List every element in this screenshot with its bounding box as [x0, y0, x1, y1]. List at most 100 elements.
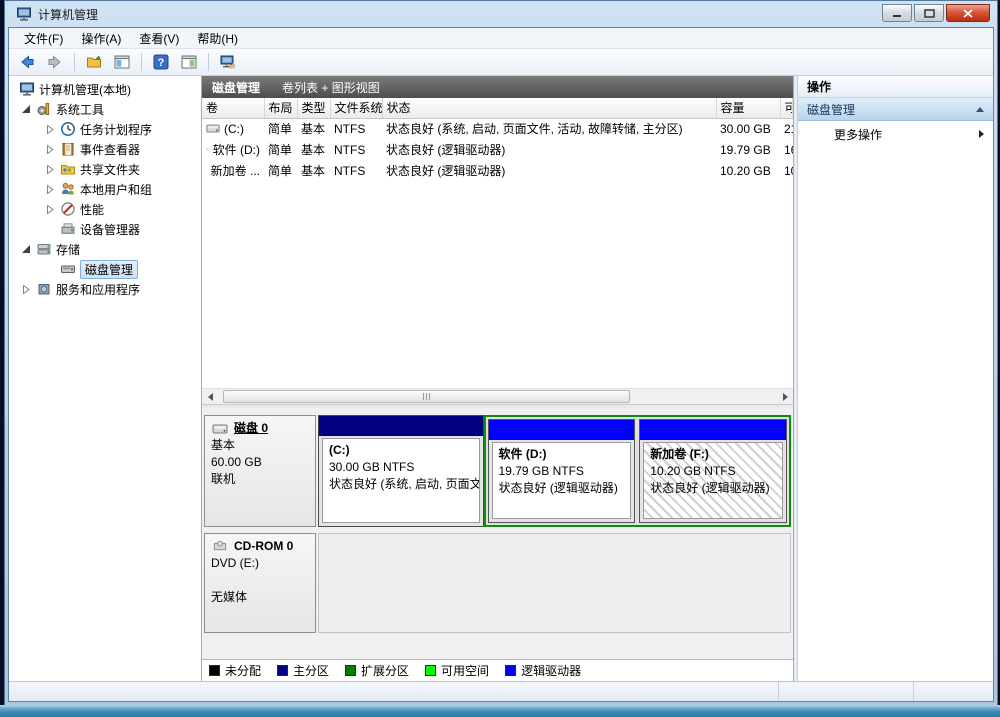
status-bar [9, 681, 993, 701]
computer-management-window: 计算机管理 文件(F) 操作(A) 查看(V) 帮助(H) [4, 0, 998, 706]
partition-status: 状态良好 (系统, 启动, 页面文 [329, 476, 473, 493]
maximize-button[interactable] [914, 4, 944, 22]
expander-collapsed-icon[interactable] [45, 165, 56, 174]
partition-strip: (C:) 30.00 GB NTFS 状态良好 (系统, 启动, 页面文 [318, 415, 791, 527]
legend-primary: 主分区 [277, 662, 329, 679]
unallocated-swatch [209, 665, 220, 676]
volume-list-empty-area [202, 181, 793, 388]
status-segment [778, 682, 913, 701]
task-scheduler-icon [60, 121, 76, 137]
console-options-icon [220, 54, 236, 70]
column-type[interactable]: 类型 [297, 98, 330, 118]
scrollbar-track[interactable] [219, 389, 776, 405]
legend-label: 未分配 [225, 662, 261, 679]
cdrom-media: DVD (E:) [211, 555, 309, 572]
up-folder-button[interactable] [82, 51, 106, 73]
scroll-left-button[interactable] [202, 389, 219, 405]
toolbar-separator [208, 53, 209, 71]
extended-partition: 软件 (D:) 19.79 GB NTFS 状态良好 (逻辑驱动器) 新加卷 (… [484, 415, 791, 527]
volume-fs: NTFS [330, 139, 382, 160]
collapse-arrow-icon[interactable] [976, 107, 984, 112]
cdrom-0-label[interactable]: CD-ROM 0 DVD (E:) 无媒体 [204, 533, 316, 633]
expander-collapsed-icon[interactable] [21, 285, 32, 294]
expander-collapsed-icon[interactable] [45, 125, 56, 134]
tree-item-local-users[interactable]: 本地用户和组 [9, 179, 201, 199]
partition-f-selected[interactable]: 新加卷 (F:) 10.20 GB NTFS 状态良好 (逻辑驱动器) [639, 419, 787, 523]
pane-header: 磁盘管理 卷列表 + 图形视图 [202, 76, 793, 98]
show-action-pane-icon [181, 54, 197, 70]
legend-logical: 逻辑驱动器 [505, 662, 581, 679]
tree-item-device-manager[interactable]: 设备管理器 [9, 219, 201, 239]
more-actions-arrow-icon [979, 130, 984, 138]
actions-header: 操作 [798, 76, 993, 98]
expander-collapsed-icon[interactable] [45, 185, 56, 194]
minimize-button[interactable] [882, 4, 912, 22]
expander-expanded-icon[interactable] [21, 105, 32, 114]
title-bar[interactable]: 计算机管理 [8, 1, 994, 27]
menu-help[interactable]: 帮助(H) [188, 28, 247, 48]
help-button[interactable] [149, 51, 173, 73]
actions-group-disk-management[interactable]: 磁盘管理 [798, 98, 993, 121]
column-volume[interactable]: 卷 [202, 98, 264, 118]
tree-item-performance[interactable]: 性能 [9, 199, 201, 219]
forward-button[interactable] [43, 51, 67, 73]
tree-item-event-viewer[interactable]: 事件查看器 [9, 139, 201, 159]
menu-file[interactable]: 文件(F) [15, 28, 72, 48]
tree-item-storage[interactable]: 存储 [9, 239, 201, 259]
tree-item-label: 共享文件夹 [80, 161, 140, 178]
horizontal-scrollbar[interactable] [202, 388, 793, 404]
show-console-tree-button[interactable] [110, 51, 134, 73]
table-row[interactable]: 软件 (D:) 简单 基本 NTFS 状态良好 (逻辑驱动器) 19.79 GB… [202, 139, 793, 160]
back-button[interactable] [15, 51, 39, 73]
more-actions-item[interactable]: 更多操作 [798, 121, 993, 147]
column-layout[interactable]: 布局 [264, 98, 297, 118]
show-console-tree-icon [114, 54, 130, 70]
partition-size: 19.79 GB NTFS [499, 463, 625, 480]
tree-item-task-scheduler[interactable]: 任务计划程序 [9, 119, 201, 139]
desktop-taskbar-edge [0, 705, 1000, 717]
tree-item-disk-management[interactable]: 磁盘管理 [9, 259, 201, 279]
disk-0-label[interactable]: 磁盘 0 基本 60.00 GB 联机 [204, 415, 316, 527]
column-status[interactable]: 状态 [382, 98, 716, 118]
volume-free: 21 [780, 118, 793, 139]
column-free[interactable]: 可 [780, 98, 793, 118]
tree-item-shared-folders[interactable]: 共享文件夹 [9, 159, 201, 179]
scroll-right-icon [782, 393, 788, 401]
tree-item-label: 服务和应用程序 [56, 281, 140, 298]
volume-status: 状态良好 (逻辑驱动器) [382, 160, 716, 181]
tree-item-system-tools[interactable]: 系统工具 [9, 99, 201, 119]
tree-item-computer-management[interactable]: 计算机管理(本地) [9, 79, 201, 99]
disk-status: 联机 [211, 471, 309, 488]
cdrom-status: 无媒体 [211, 589, 309, 606]
volume-capacity: 30.00 GB [716, 118, 780, 139]
menu-view[interactable]: 查看(V) [130, 28, 188, 48]
column-filesystem[interactable]: 文件系统 [330, 98, 382, 118]
partition-status: 状态良好 (逻辑驱动器) [650, 480, 776, 497]
graphical-view: 磁盘 0 基本 60.00 GB 联机 (C:) [202, 408, 793, 659]
table-row[interactable]: (C:) 简单 基本 NTFS 状态良好 (系统, 启动, 页面文件, 活动, … [202, 118, 793, 139]
partition-d[interactable]: 软件 (D:) 19.79 GB NTFS 状态良好 (逻辑驱动器) [488, 419, 636, 523]
scrollbar-thumb[interactable] [223, 390, 630, 403]
menu-bar: 文件(F) 操作(A) 查看(V) 帮助(H) [9, 28, 993, 49]
thumb-grip [426, 393, 427, 400]
volume-status: 状态良好 (逻辑驱动器) [382, 139, 716, 160]
pane-view-label: 卷列表 + 图形视图 [282, 79, 380, 96]
partition-c[interactable]: (C:) 30.00 GB NTFS 状态良好 (系统, 启动, 页面文 [318, 415, 484, 527]
tree-item-label: 系统工具 [56, 101, 104, 118]
show-action-pane-button[interactable] [177, 51, 201, 73]
expander-collapsed-icon[interactable] [45, 205, 56, 214]
tree-item-services-applications[interactable]: 服务和应用程序 [9, 279, 201, 299]
scroll-right-button[interactable] [776, 389, 793, 405]
table-row[interactable]: 新加卷 ... 简单 基本 NTFS 状态良好 (逻辑驱动器) 10.20 GB… [202, 160, 793, 181]
legend-label: 可用空间 [441, 662, 489, 679]
expander-expanded-icon[interactable] [21, 245, 32, 254]
thumb-grip [423, 393, 424, 400]
expander-collapsed-icon[interactable] [45, 145, 56, 154]
window-icon [16, 6, 32, 22]
console-options-button[interactable] [216, 51, 240, 73]
computer-icon [19, 81, 35, 97]
close-button[interactable] [946, 4, 990, 22]
menu-action[interactable]: 操作(A) [72, 28, 130, 48]
column-capacity[interactable]: 容量 [716, 98, 780, 118]
actions-pane: 操作 磁盘管理 更多操作 [797, 76, 993, 681]
